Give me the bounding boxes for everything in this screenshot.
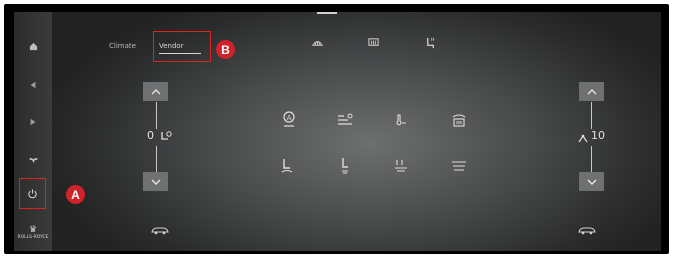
airflow-direction-icon — [576, 130, 590, 149]
right-up-button[interactable] — [579, 82, 604, 101]
left-slider-track-bottom — [156, 146, 157, 173]
power-icon — [28, 189, 37, 199]
right-slider-track-top — [591, 102, 592, 129]
pull-handle[interactable] — [317, 12, 337, 14]
volume-down-icon[interactable] — [20, 75, 46, 95]
device-frame: ♛ ROLLS-ROYCE Climate Vendor 0 A 10 B A — [4, 4, 669, 254]
left-slider-track-top — [156, 102, 157, 129]
home-icon[interactable] — [20, 36, 46, 56]
chevron-up-icon — [151, 88, 160, 94]
chevron-up-icon — [587, 88, 596, 94]
fan-mode-icon[interactable] — [334, 109, 356, 131]
temp-sync-icon[interactable] — [390, 109, 412, 131]
left-value: 0 — [147, 129, 154, 142]
power-button[interactable] — [19, 178, 46, 209]
chevron-down-icon — [151, 179, 160, 185]
left-down-button[interactable] — [143, 172, 168, 191]
tab-vendor-underline — [159, 53, 201, 54]
seat-fan-icon[interactable] — [334, 155, 356, 177]
air-flow-icon[interactable] — [390, 155, 412, 177]
callout-badge-a: A — [66, 185, 85, 204]
rear-window-icon[interactable] — [448, 109, 470, 131]
svg-text:A: A — [287, 114, 292, 122]
auto-a-icon[interactable]: A — [278, 109, 300, 131]
car-left-icon[interactable] — [150, 224, 170, 238]
fan-icon[interactable] — [20, 150, 46, 170]
fan-speed-icon[interactable] — [276, 155, 298, 177]
tab-climate[interactable]: Climate — [109, 42, 136, 50]
climate-screen: ♛ ROLLS-ROYCE Climate Vendor 0 A 10 B A — [14, 12, 661, 251]
seat-heat-icon[interactable] — [424, 37, 437, 52]
tab-vendor[interactable]: Vendor — [159, 42, 184, 50]
callout-badge-b: B — [216, 40, 235, 59]
brand-emblem: ♛ — [28, 225, 38, 235]
sidebar: ♛ ROLLS-ROYCE — [14, 12, 52, 251]
volume-up-icon[interactable] — [20, 112, 46, 132]
car-right-icon[interactable] — [577, 224, 597, 238]
seat-fan-left-icon — [159, 128, 173, 147]
fan-defrost-icon[interactable] — [311, 37, 324, 51]
left-up-button[interactable] — [143, 82, 168, 101]
brand-logo: ♛ ROLLS-ROYCE — [16, 225, 50, 247]
right-down-button[interactable] — [579, 172, 604, 191]
right-value: 10 — [591, 129, 605, 142]
right-slider-track-bottom — [591, 146, 592, 173]
rear-defrost-icon[interactable] — [367, 37, 380, 51]
brand-text: ROLLS-ROYCE — [17, 235, 49, 240]
recirculate-icon[interactable] — [448, 155, 470, 177]
chevron-down-icon — [587, 179, 596, 185]
